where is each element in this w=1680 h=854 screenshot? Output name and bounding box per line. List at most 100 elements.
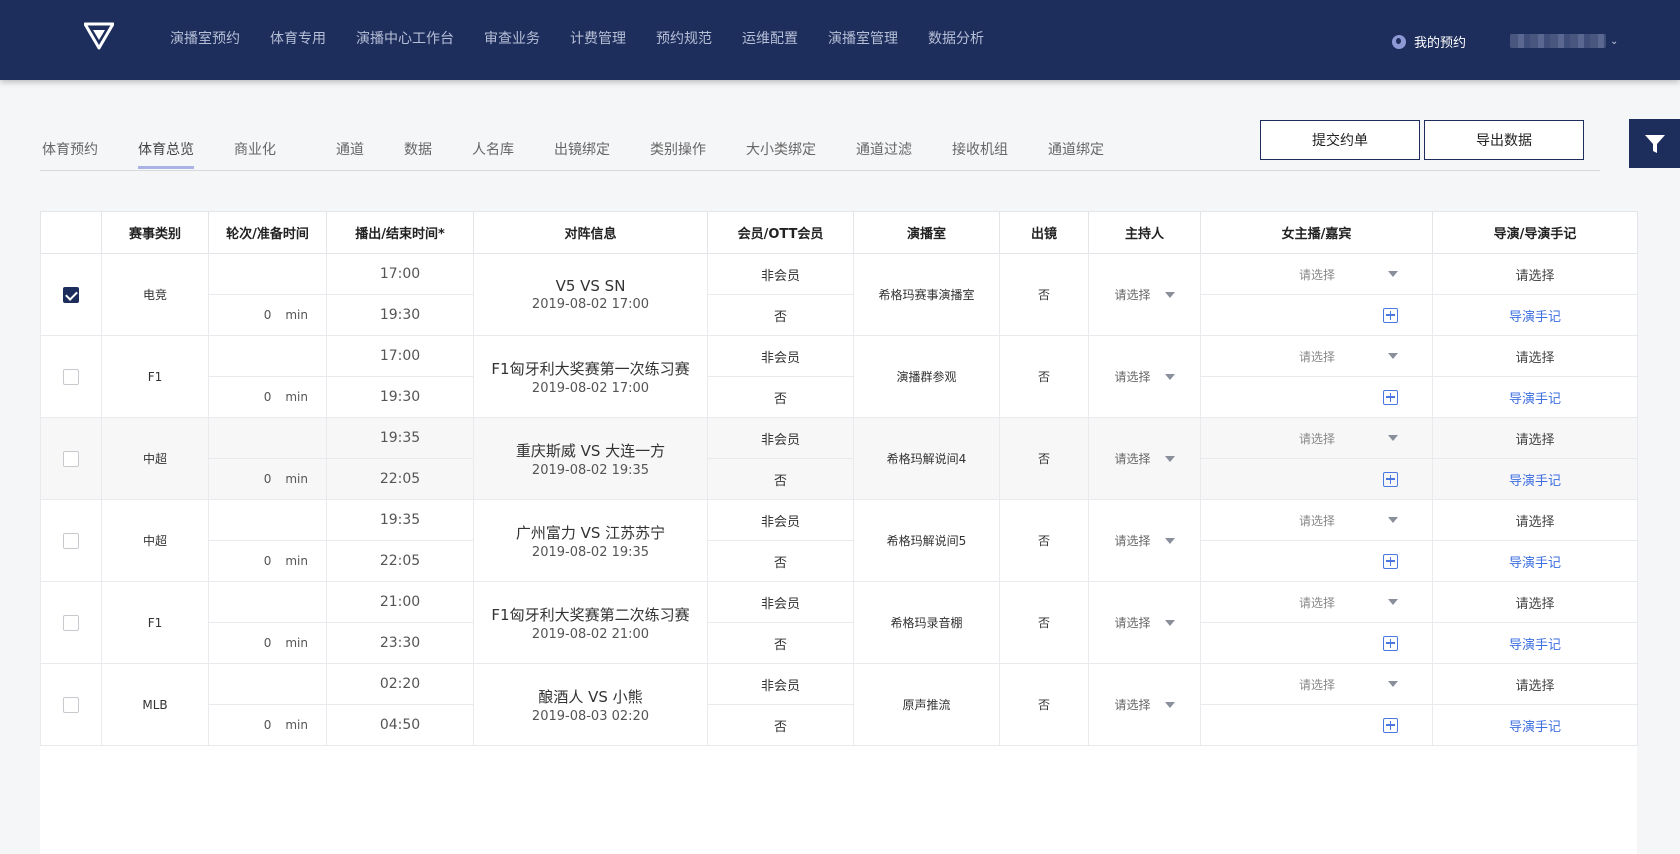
director-select[interactable]: 请选择	[1515, 597, 1554, 612]
submit-order-button[interactable]: 提交约单	[1260, 120, 1420, 160]
guest-select[interactable]: 请选择	[1201, 348, 1432, 365]
ott-cell[interactable]: 否	[707, 458, 854, 500]
nav-item-studio-manage[interactable]: 演播室管理	[828, 28, 898, 48]
row-checkbox[interactable]	[63, 286, 79, 303]
add-guest-icon[interactable]	[1383, 471, 1398, 487]
ott-cell[interactable]: 否	[707, 622, 854, 664]
end-time[interactable]: 23:30	[326, 622, 474, 664]
row-checkbox[interactable]	[63, 614, 79, 631]
add-guest-icon[interactable]	[1383, 389, 1398, 405]
my-reservation-link[interactable]: 我的预约	[1392, 32, 1466, 51]
round-cell[interactable]	[208, 253, 327, 295]
round-cell[interactable]	[208, 417, 327, 459]
user-menu[interactable]: ⌄	[1510, 34, 1618, 48]
row-checkbox[interactable]	[63, 532, 79, 549]
tab-10[interactable]: 接收机组	[952, 139, 1008, 159]
director-select[interactable]: 请选择	[1515, 351, 1554, 366]
host-select[interactable]: 请选择	[1114, 532, 1175, 549]
tab-6[interactable]: 出镜绑定	[554, 139, 610, 159]
row-checkbox[interactable]	[63, 368, 79, 385]
guest-select[interactable]: 请选择	[1201, 676, 1432, 693]
nav-item-studio-booking[interactable]: 演播室预约	[170, 28, 240, 48]
start-time[interactable]: 21:00	[326, 581, 474, 623]
end-time[interactable]: 22:05	[326, 458, 474, 500]
ott-cell[interactable]: 否	[707, 294, 854, 336]
ott-cell[interactable]: 否	[707, 540, 854, 582]
guest-select[interactable]: 请选择	[1201, 512, 1432, 529]
nav-item-workbench[interactable]: 演播中心工作台	[356, 28, 454, 48]
row-checkbox[interactable]	[63, 450, 79, 467]
prep-cell[interactable]: 0 min	[208, 376, 327, 418]
host-select[interactable]: 请选择	[1114, 450, 1175, 467]
tab-1[interactable]: 体育总览	[138, 139, 194, 169]
prep-cell[interactable]: 0 min	[208, 704, 327, 746]
director-note-link[interactable]: 导演手记	[1509, 638, 1561, 653]
nav-item-booking-rules[interactable]: 预约规范	[656, 28, 712, 48]
nav-item-ops-config[interactable]: 运维配置	[742, 28, 798, 48]
prep-cell[interactable]: 0 min	[208, 294, 327, 336]
guest-select[interactable]: 请选择	[1201, 266, 1432, 283]
round-cell[interactable]	[208, 499, 327, 541]
ott-cell[interactable]: 否	[707, 704, 854, 746]
prep-cell[interactable]: 0 min	[208, 458, 327, 500]
director-select[interactable]: 请选择	[1515, 433, 1554, 448]
member-cell[interactable]: 非会员	[707, 417, 854, 459]
nav-item-sports[interactable]: 体育专用	[270, 28, 326, 48]
tab-0[interactable]: 体育预约	[42, 139, 98, 159]
member-cell[interactable]: 非会员	[707, 335, 854, 377]
add-guest-icon[interactable]	[1383, 307, 1398, 323]
director-note-link[interactable]: 导演手记	[1509, 720, 1561, 735]
prep-cell[interactable]: 0 min	[208, 622, 327, 664]
start-time[interactable]: 19:35	[326, 499, 474, 541]
start-time[interactable]: 17:00	[326, 335, 474, 377]
tab-8[interactable]: 大小类绑定	[746, 139, 816, 159]
tab-7[interactable]: 类别操作	[650, 139, 706, 159]
prep-cell[interactable]: 0 min	[208, 540, 327, 582]
director-note-link[interactable]: 导演手记	[1509, 556, 1561, 571]
host-select[interactable]: 请选择	[1114, 614, 1175, 631]
guest-select[interactable]: 请选择	[1201, 594, 1432, 611]
add-guest-icon[interactable]	[1383, 553, 1398, 569]
director-note-link[interactable]: 导演手记	[1509, 474, 1561, 489]
round-cell[interactable]	[208, 335, 327, 377]
nav-item-analytics[interactable]: 数据分析	[928, 28, 984, 48]
host-select[interactable]: 请选择	[1114, 368, 1175, 385]
guest-select[interactable]: 请选择	[1201, 430, 1432, 447]
director-note-link[interactable]: 导演手记	[1509, 392, 1561, 407]
tab-3[interactable]: 通道	[336, 139, 364, 159]
member-cell[interactable]: 非会员	[707, 253, 854, 295]
member-cell[interactable]: 非会员	[707, 499, 854, 541]
tab-9[interactable]: 通道过滤	[856, 139, 912, 159]
col-prep: 轮次/准备时间	[208, 211, 327, 254]
end-time[interactable]: 19:30	[326, 294, 474, 336]
nav-item-billing[interactable]: 计费管理	[570, 28, 626, 48]
tab-4[interactable]: 数据	[404, 139, 432, 159]
director-note-link[interactable]: 导演手记	[1509, 310, 1561, 325]
row-checkbox[interactable]	[63, 696, 79, 713]
start-time[interactable]: 02:20	[326, 663, 474, 705]
export-data-button[interactable]: 导出数据	[1424, 120, 1584, 160]
filter-button[interactable]	[1629, 119, 1680, 168]
start-time[interactable]: 19:35	[326, 417, 474, 459]
round-cell[interactable]	[208, 581, 327, 623]
tab-5[interactable]: 人名库	[472, 139, 514, 159]
logo-icon[interactable]	[84, 22, 114, 50]
nav-item-review[interactable]: 审查业务	[484, 28, 540, 48]
end-time[interactable]: 19:30	[326, 376, 474, 418]
round-cell[interactable]	[208, 663, 327, 705]
host-select[interactable]: 请选择	[1114, 696, 1175, 713]
director-select[interactable]: 请选择	[1515, 515, 1554, 530]
host-select[interactable]: 请选择	[1114, 286, 1175, 303]
member-cell[interactable]: 非会员	[707, 663, 854, 705]
end-time[interactable]: 22:05	[326, 540, 474, 582]
end-time[interactable]: 04:50	[326, 704, 474, 746]
add-guest-icon[interactable]	[1383, 635, 1398, 651]
member-cell[interactable]: 非会员	[707, 581, 854, 623]
start-time[interactable]: 17:00	[326, 253, 474, 295]
add-guest-icon[interactable]	[1383, 717, 1398, 733]
director-select[interactable]: 请选择	[1515, 679, 1554, 694]
director-select[interactable]: 请选择	[1515, 269, 1554, 284]
ott-cell[interactable]: 否	[707, 376, 854, 418]
tab-2[interactable]: 商业化	[234, 139, 276, 159]
tab-11[interactable]: 通道绑定	[1048, 139, 1104, 159]
